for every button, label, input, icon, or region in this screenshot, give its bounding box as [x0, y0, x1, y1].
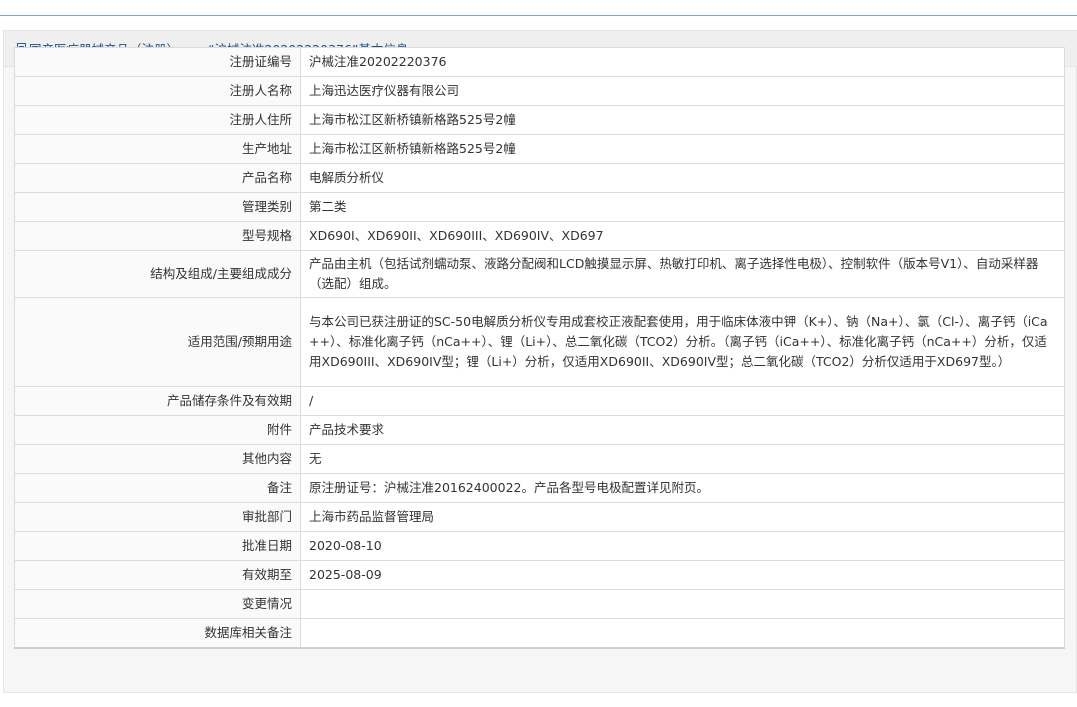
table-row: 有效期至 2025-08-09 — [14, 560, 1065, 590]
row-label: 有效期至 — [14, 560, 301, 590]
table-row: 数据库相关备注 — [14, 618, 1065, 649]
table-row: 备注 原注册证号：沪械注准20162400022。产品各型号电极配置详见附页。 — [14, 473, 1065, 503]
row-label: 产品名称 — [14, 163, 301, 193]
row-label: 注册人名称 — [14, 76, 301, 106]
table-row: 附件 产品技术要求 — [14, 415, 1065, 445]
table-row: 型号规格 XD690I、XD690II、XD690III、XD690IV、XD6… — [14, 221, 1065, 251]
table-row: 变更情况 — [14, 589, 1065, 619]
row-label: 结构及组成/主要组成成分 — [14, 250, 301, 298]
table-row: 结构及组成/主要组成成分 产品由主机（包括试剂蠕动泵、液路分配阀和LCD触摸显示… — [14, 250, 1065, 298]
row-label: 注册证编号 — [14, 47, 301, 77]
table-row: 注册人住所 上海市松江区新桥镇新格路525号2幢 — [14, 105, 1065, 135]
row-value — [300, 589, 1065, 619]
row-value: / — [300, 386, 1065, 416]
row-label: 其他内容 — [14, 444, 301, 474]
row-label: 注册人住所 — [14, 105, 301, 135]
table-row: 注册证编号 沪械注准20202220376 — [14, 47, 1065, 77]
row-label: 审批部门 — [14, 502, 301, 532]
row-label: 产品储存条件及有效期 — [14, 386, 301, 416]
table-row: 管理类别 第二类 — [14, 192, 1065, 222]
row-value: 上海市药品监督管理局 — [300, 502, 1065, 532]
row-value: 第二类 — [300, 192, 1065, 222]
row-value: 产品技术要求 — [300, 415, 1065, 445]
row-value: 上海迅达医疗仪器有限公司 — [300, 76, 1065, 106]
table-row: 产品储存条件及有效期 / — [14, 386, 1065, 416]
table-row: 产品名称 电解质分析仪 — [14, 163, 1065, 193]
row-value: 无 — [300, 444, 1065, 474]
row-value: 产品由主机（包括试剂蠕动泵、液路分配阀和LCD触摸显示屏、热敏打印机、离子选择性… — [300, 250, 1065, 298]
table-row: 审批部门 上海市药品监督管理局 — [14, 502, 1065, 532]
row-value — [300, 618, 1065, 649]
row-label: 备注 — [14, 473, 301, 503]
row-label: 附件 — [14, 415, 301, 445]
row-label: 适用范围/预期用途 — [14, 297, 301, 387]
row-value: 与本公司已获注册证的SC-50电解质分析仪专用成套校正液配套使用，用于临床体液中… — [300, 297, 1065, 387]
row-label: 批准日期 — [14, 531, 301, 561]
row-value: 上海市松江区新桥镇新格路525号2幢 — [300, 134, 1065, 164]
row-value: 2025-08-09 — [300, 560, 1065, 590]
table-row: 生产地址 上海市松江区新桥镇新格路525号2幢 — [14, 134, 1065, 164]
info-table: 注册证编号 沪械注准20202220376 注册人名称 上海迅达医疗仪器有限公司… — [14, 47, 1065, 649]
row-label: 管理类别 — [14, 192, 301, 222]
table-row: 批准日期 2020-08-10 — [14, 531, 1065, 561]
top-divider — [0, 15, 1077, 16]
row-value: 沪械注准20202220376 — [300, 47, 1065, 77]
row-value: 电解质分析仪 — [300, 163, 1065, 193]
table-row: 适用范围/预期用途 与本公司已获注册证的SC-50电解质分析仪专用成套校正液配套… — [14, 297, 1065, 387]
table-row: 其他内容 无 — [14, 444, 1065, 474]
row-label: 数据库相关备注 — [14, 618, 301, 649]
row-label: 变更情况 — [14, 589, 301, 619]
row-value: 上海市松江区新桥镇新格路525号2幢 — [300, 105, 1065, 135]
row-value: 原注册证号：沪械注准20162400022。产品各型号电极配置详见附页。 — [300, 473, 1065, 503]
row-label: 型号规格 — [14, 221, 301, 251]
table-row: 注册人名称 上海迅达医疗仪器有限公司 — [14, 76, 1065, 106]
row-value: XD690I、XD690II、XD690III、XD690IV、XD697 — [300, 221, 1065, 251]
row-label: 生产地址 — [14, 134, 301, 164]
row-value: 2020-08-10 — [300, 531, 1065, 561]
